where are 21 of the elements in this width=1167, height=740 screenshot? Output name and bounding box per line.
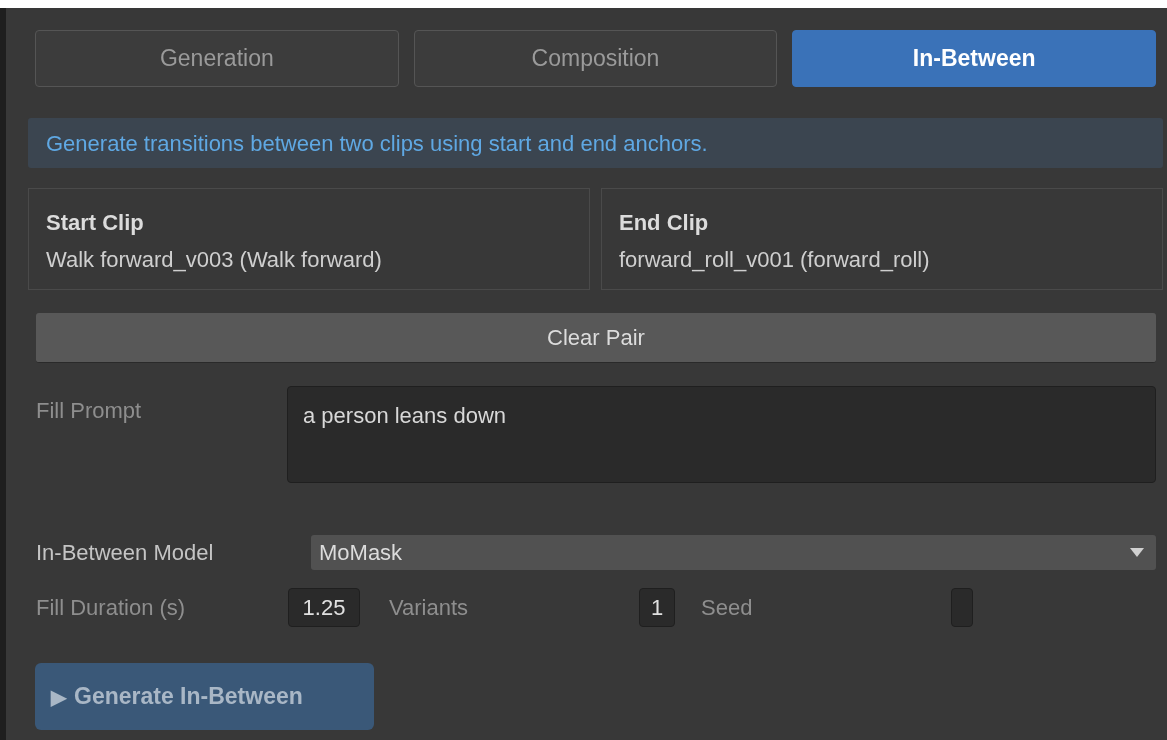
tab[interactable]: In-Between xyxy=(792,30,1156,87)
clip-name: Walk forward_v003 (Walk forward) xyxy=(46,246,383,274)
clip-title: End Clip xyxy=(619,209,710,237)
number-field[interactable]: 1 xyxy=(639,588,675,627)
field-label: Fill Duration (s) xyxy=(36,594,187,622)
field-label: Seed xyxy=(701,594,754,622)
tab[interactable]: Composition xyxy=(413,30,778,87)
info-banner: Generate transitions between two clips using start and end anchors. xyxy=(28,118,1163,168)
number-field[interactable]: 1.25 xyxy=(288,588,360,627)
clear-pair-button[interactable]: Clear Pair xyxy=(36,313,1156,363)
field-label: Fill Prompt xyxy=(36,397,143,425)
dropdown-arrow-icon xyxy=(1130,548,1144,557)
clip-name: forward_roll_v001 (forward_roll) xyxy=(619,246,931,274)
prompt-text-area[interactable]: a person leans down xyxy=(287,386,1156,483)
model-dropdown[interactable]: MoMask xyxy=(311,535,1156,570)
play-icon: ▶ xyxy=(51,681,66,712)
clip-title: Start Clip xyxy=(46,209,145,237)
number-field[interactable] xyxy=(951,588,973,627)
field-label: Variants xyxy=(389,594,470,622)
tab[interactable]: Generation xyxy=(35,30,399,87)
field-label: In-Between Model xyxy=(36,539,215,567)
